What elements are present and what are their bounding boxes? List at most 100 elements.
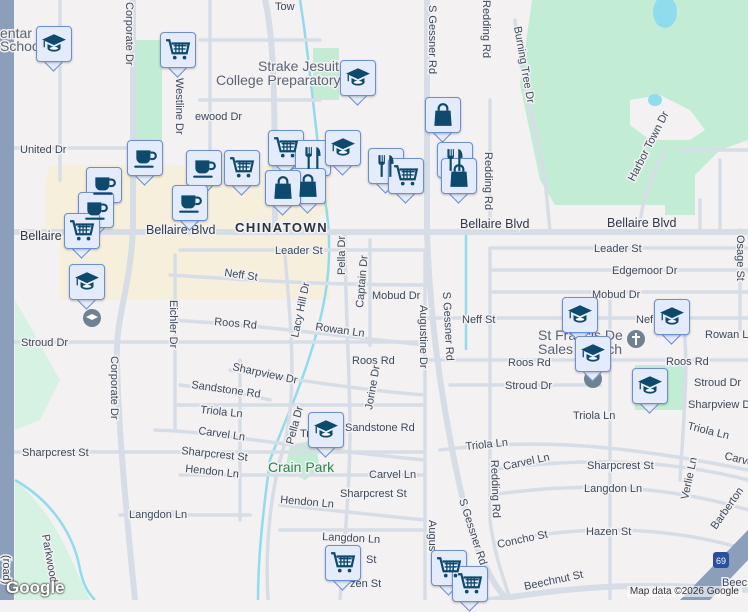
grocery-marker[interactable] [64, 213, 100, 259]
street-label: Leader St [594, 243, 642, 255]
school-marker[interactable] [325, 130, 361, 176]
street-label: Bellaire Blvd [460, 217, 530, 231]
street-label: Roos Rd [666, 356, 709, 368]
poi-label: College Preparatory [216, 72, 341, 88]
street-label: Sharpview Dr [688, 399, 748, 411]
grocery-marker[interactable] [224, 150, 260, 196]
shopping-cart-icon [165, 37, 191, 63]
shopping-marker[interactable] [425, 97, 461, 143]
street-label: Sharpcrest St [340, 488, 407, 500]
street-label: Carvel Ln [369, 469, 416, 481]
street-label: Triola Ln [465, 437, 508, 453]
street-label: Sharpcrest St [22, 447, 89, 459]
shopping-cart-icon [69, 218, 95, 244]
street-label: Langdon Ln [129, 509, 187, 521]
street-label: Osage St [734, 235, 746, 281]
coffee-cup-icon [177, 190, 203, 216]
street-label: Roos Rd [214, 316, 258, 332]
church-pin[interactable] [627, 330, 645, 348]
school-marker[interactable] [340, 60, 376, 106]
shopping-bag-icon [295, 173, 321, 199]
street-label: Corporate Dr [123, 2, 135, 66]
graduation-cap-icon [567, 302, 593, 328]
street-label: Pella Dr [336, 236, 348, 275]
street-label: Concho St [496, 529, 549, 551]
street-label: Nef [636, 314, 654, 326]
street-label: Stroud Dr [694, 377, 741, 389]
graduation-cap-icon [637, 373, 663, 399]
shopping-cart-icon [229, 155, 255, 181]
street-label: Leader St [275, 245, 323, 257]
street-label: Mobud Dr [372, 290, 421, 302]
street-label: 69 [716, 556, 726, 566]
school-marker[interactable] [632, 368, 668, 414]
grocery-marker[interactable] [452, 566, 488, 612]
street-label: Neff St [462, 314, 495, 326]
shopping-marker[interactable] [441, 158, 477, 204]
graduation-cap-icon [659, 304, 685, 330]
street-label: Augus [426, 520, 438, 552]
graduation-cap-icon [580, 341, 606, 367]
shopping-bag-icon [446, 163, 472, 189]
street-label: S Gessner Rd [440, 292, 456, 362]
map-attribution[interactable]: Map data ©2026 Google [626, 586, 742, 597]
street-label: Corporate Dr [108, 356, 120, 420]
shopping-cart-icon [330, 550, 356, 576]
coffee-cup-icon [132, 145, 158, 171]
grocery-marker[interactable] [325, 545, 361, 591]
district-label: CHINATOWN [235, 220, 328, 235]
cafe-marker[interactable] [127, 140, 163, 186]
street-label: Sharpcrest St [587, 460, 654, 472]
graduation-cap-icon [41, 31, 67, 57]
cafe-marker[interactable] [172, 185, 208, 231]
street-label: Augustine Dr [417, 305, 429, 369]
street-label: S Gessner Rd [426, 5, 438, 74]
grocery-marker[interactable] [160, 32, 196, 78]
street-label: Edgemoor Dr [612, 265, 678, 277]
street-label: Westline Dr [173, 78, 185, 135]
street-label: Redding Rd [482, 152, 494, 210]
google-logo[interactable]: Google [6, 578, 65, 598]
street-label: Langdon Ln [322, 531, 381, 546]
shopping-cart-icon [393, 163, 419, 189]
street-label: Bellaire Blvd [607, 216, 677, 230]
street-label: Stroud Dr [505, 380, 552, 392]
street-label: Tow [275, 1, 295, 13]
school-marker[interactable] [36, 26, 72, 72]
street-label: Hendon Ln [185, 463, 240, 481]
street-label: Sharpcrest St [181, 445, 249, 464]
street-label: Hazen St [586, 526, 631, 538]
shopping-cart-icon [457, 571, 483, 597]
street-label: United Dr [20, 144, 67, 156]
graduation-cap-icon [74, 269, 100, 295]
street-label: Rowan Ln [705, 329, 748, 341]
street-label: St [366, 554, 376, 566]
i69-shield: 69 [713, 552, 729, 568]
street-label: Hendon Ln [280, 494, 335, 511]
street-label: Redding Rd [480, 0, 492, 58]
graduation-cap-icon [313, 417, 339, 443]
street-label: Roos Rd [508, 357, 551, 369]
shopping-marker[interactable] [265, 170, 301, 216]
fork-knife-icon [300, 145, 326, 171]
park-label: Crain Park [268, 459, 335, 475]
street-label: ewood Dr [195, 111, 242, 123]
graduation-cap-icon [330, 135, 356, 161]
school-marker[interactable] [69, 264, 105, 310]
school-marker[interactable] [654, 299, 690, 345]
school-marker[interactable] [575, 336, 611, 382]
coffee-cup-icon [91, 172, 117, 198]
street-label: Triola Ln [573, 410, 615, 422]
poi-label: Schoo [0, 38, 40, 54]
street-label: Mobud Dr [592, 289, 641, 301]
school-marker[interactable] [308, 412, 344, 458]
grocery-marker[interactable] [388, 158, 424, 204]
school-pin[interactable] [83, 309, 101, 327]
street-label: Eichler Dr [167, 300, 179, 349]
shopping-bag-icon [430, 102, 456, 128]
street-label: Triola Ln [686, 420, 730, 442]
street-label: Stroud Dr [21, 337, 68, 349]
street-label: Langdon Ln [584, 483, 642, 495]
coffee-cup-icon [191, 155, 217, 181]
graduation-cap-icon [345, 65, 371, 91]
